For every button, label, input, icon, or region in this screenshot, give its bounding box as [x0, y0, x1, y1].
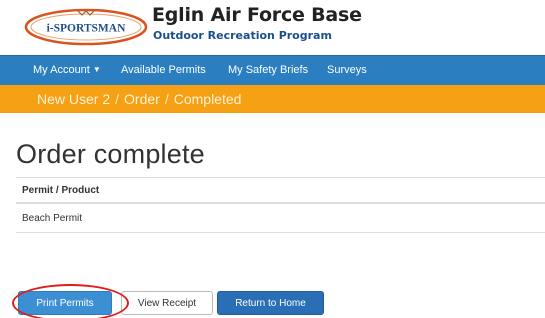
table-row: Beach Permit	[16, 204, 545, 233]
order-table: Permit / Product Beach Permit	[16, 177, 545, 233]
main-nav: My Account ▼ Available Permits My Safety …	[0, 55, 545, 85]
breadcrumb-trail: New User 2/Order / Completed	[37, 91, 241, 107]
nav-surveys[interactable]: Surveys	[327, 64, 367, 76]
breadcrumb-user[interactable]: New User 2	[37, 91, 110, 107]
isportsman-logo[interactable]: i-SPORTSMAN	[24, 6, 148, 46]
print-permits-button[interactable]: Print Permits	[18, 291, 112, 315]
caret-down-icon: ▼	[92, 65, 101, 74]
logo-text: i-SPORTSMAN	[47, 23, 127, 35]
breadcrumb-completed: Completed	[173, 91, 242, 107]
breadcrumb: New User 2/Order / Completed	[0, 85, 545, 113]
breadcrumb-separator: /	[115, 91, 120, 107]
page-title: Order complete	[16, 139, 205, 169]
nav-my-account[interactable]: My Account ▼	[33, 64, 101, 76]
nav-my-safety-briefs[interactable]: My Safety Briefs	[228, 64, 308, 76]
breadcrumb-order[interactable]: Order	[124, 91, 160, 107]
site-header: i-SPORTSMAN Eglin Air Force Base Outdoor…	[0, 0, 545, 52]
nav-my-account-label: My Account	[33, 64, 90, 76]
site-subtitle: Outdoor Recreation Program	[153, 29, 332, 42]
column-header-permit-product: Permit / Product	[16, 177, 545, 204]
site-title: Eglin Air Force Base	[152, 4, 362, 26]
view-receipt-button[interactable]: View Receipt	[121, 291, 213, 315]
breadcrumb-separator: /	[164, 91, 169, 107]
nav-available-permits[interactable]: Available Permits	[121, 64, 206, 76]
return-to-home-button[interactable]: Return to Home	[217, 291, 324, 315]
